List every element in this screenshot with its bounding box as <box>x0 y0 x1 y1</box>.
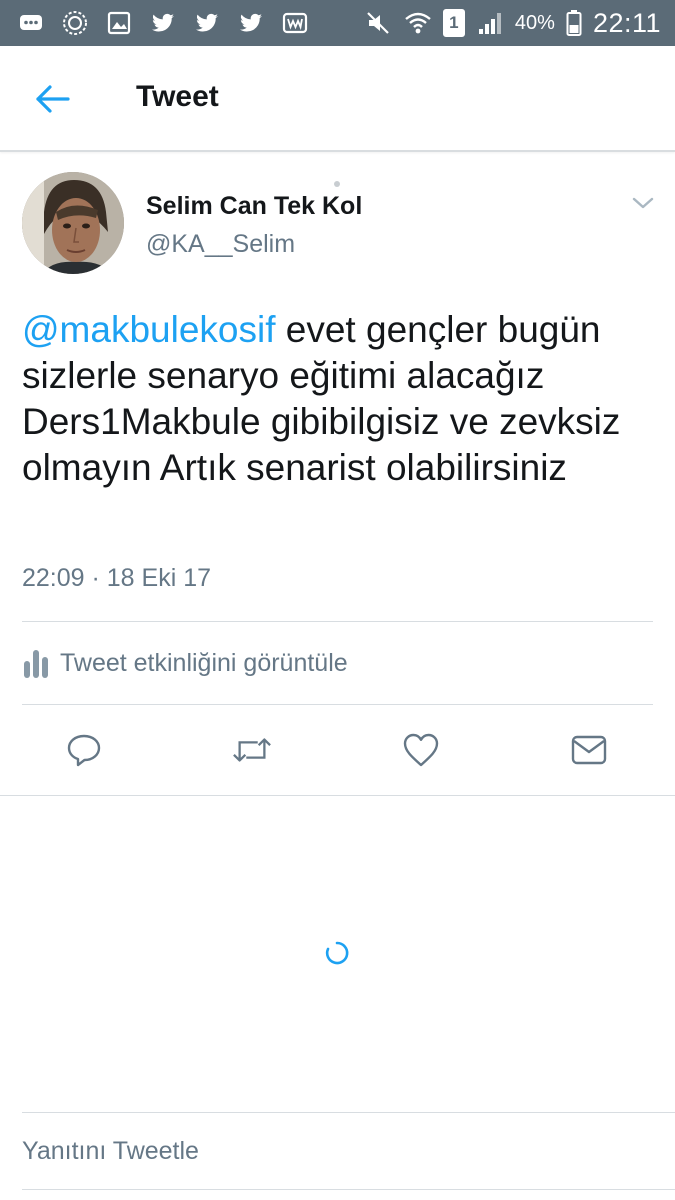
twitter-icon <box>192 8 222 38</box>
author-name[interactable]: Selim Can Tek Kol <box>146 192 362 221</box>
mute-icon <box>363 8 393 38</box>
arrow-left-icon <box>36 85 70 113</box>
indicator-dot <box>334 181 340 187</box>
divider <box>0 795 675 796</box>
sync-icon <box>60 8 90 38</box>
share-dm-button[interactable] <box>569 730 609 770</box>
like-button[interactable] <box>401 730 441 770</box>
twitter-icon <box>236 8 266 38</box>
reply-button[interactable] <box>64 730 104 770</box>
wifi-icon <box>403 8 433 38</box>
chat-icon <box>16 8 46 38</box>
tweet-activity-link[interactable]: Tweet etkinliğini görüntüle <box>22 640 348 686</box>
author-handle[interactable]: @KA__Selim <box>146 230 295 259</box>
wordpress-icon <box>280 8 310 38</box>
divider <box>22 704 653 705</box>
sim-icon: 1 <box>442 9 465 37</box>
retweet-button[interactable] <box>232 730 272 770</box>
battery-icon <box>565 8 583 38</box>
battery-percent: 40% <box>514 11 555 34</box>
twitter-icon <box>148 8 178 38</box>
clock: 22:11 <box>592 7 661 38</box>
app-header: Tweet <box>0 46 675 152</box>
reply-placeholder: Yanıtını Tweetle <box>22 1136 199 1165</box>
mention-link[interactable]: @makbulekosif <box>22 309 276 350</box>
activity-label: Tweet etkinliğini görüntüle <box>60 648 348 677</box>
reply-input[interactable]: Yanıtını Tweetle <box>22 1112 653 1190</box>
bar-chart-icon <box>24 650 48 678</box>
back-button[interactable] <box>30 76 76 122</box>
reply-icon <box>67 734 101 767</box>
heart-icon <box>403 733 439 767</box>
avatar[interactable] <box>22 172 124 274</box>
gallery-icon <box>104 8 134 38</box>
tweet-options-button[interactable] <box>630 190 656 216</box>
signal-icon <box>475 8 505 38</box>
page-title: Tweet <box>136 80 219 113</box>
divider <box>22 621 653 622</box>
envelope-icon <box>571 735 607 765</box>
loading-spinner-icon <box>324 940 350 966</box>
notification-icons <box>16 0 310 46</box>
chevron-down-icon <box>632 197 654 209</box>
tweet-timestamp: 22:09 · 18 Eki 17 <box>22 564 212 592</box>
tweet-text: @makbulekosif evet gençler bugün sizlerl… <box>22 307 662 491</box>
system-icons: 1 40% 22:11 <box>363 0 661 46</box>
status-bar: 1 40% 22:11 <box>0 0 675 46</box>
retweet-icon <box>233 738 271 762</box>
divider <box>22 1189 675 1190</box>
avatar-photo <box>22 172 124 274</box>
